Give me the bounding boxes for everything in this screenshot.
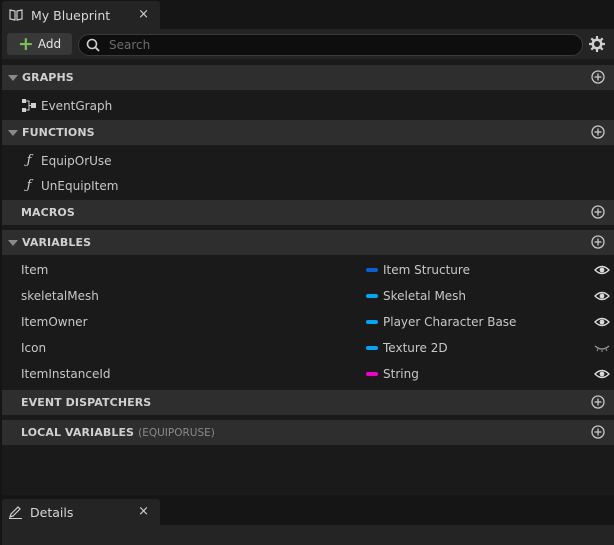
section-title: GRAPHS (22, 71, 74, 84)
variable-type[interactable]: Texture 2D (383, 341, 448, 355)
chevron-down-icon[interactable] (8, 239, 18, 246)
eye-open-icon[interactable] (594, 264, 610, 276)
type-color-pill[interactable] (366, 320, 378, 324)
add-button[interactable]: + Add (7, 33, 72, 55)
add-circle-icon[interactable] (591, 395, 605, 409)
function-label: UnEquipItem (41, 178, 119, 193)
variable-row[interactable]: ItemInstanceId String (2, 361, 614, 387)
section-title: VARIABLES (22, 236, 92, 249)
book-icon (9, 8, 23, 22)
add-circle-icon[interactable] (591, 70, 605, 84)
section-local-variables[interactable]: LOCAL VARIABLES (EQUIPORUSE) (2, 420, 614, 445)
tab-details[interactable]: Details × (2, 499, 160, 525)
variable-row[interactable]: ItemOwner Player Character Base (2, 309, 614, 335)
add-circle-icon[interactable] (591, 425, 605, 439)
variable-type[interactable]: Player Character Base (383, 315, 516, 329)
search-icon (86, 38, 100, 52)
variable-name: skeletalMesh (21, 289, 99, 303)
chevron-down-icon[interactable] (8, 74, 18, 81)
graph-label: EventGraph (41, 98, 113, 113)
section-subtitle: (EQUIPORUSE) (138, 426, 215, 439)
list-item[interactable]: EventGraph (2, 93, 614, 118)
variable-name: Icon (21, 341, 47, 355)
list-item[interactable]: ƒ UnEquipItem (2, 173, 614, 198)
toolbar: + Add (2, 29, 614, 59)
variable-type[interactable]: Skeletal Mesh (383, 289, 466, 303)
eye-open-icon[interactable] (594, 368, 610, 380)
variable-row[interactable]: Icon Texture 2D (2, 335, 614, 361)
function-icon: ƒ (26, 178, 32, 193)
function-icon: ƒ (26, 153, 32, 168)
type-color-pill[interactable] (366, 268, 378, 272)
tab-my-blueprint[interactable]: My Blueprint × (2, 1, 160, 29)
plus-icon: + (17, 33, 34, 55)
variable-row[interactable]: Item Item Structure (2, 257, 614, 283)
variable-name: Item (21, 263, 49, 277)
add-button-label: Add (37, 37, 62, 51)
add-circle-icon[interactable] (591, 205, 605, 219)
section-title: MACROS (21, 206, 75, 219)
section-functions[interactable]: FUNCTIONS (2, 120, 614, 145)
details-area: Details × (0, 495, 614, 545)
variable-name: ItemOwner (21, 315, 88, 329)
close-icon[interactable]: × (138, 7, 149, 22)
eye-open-icon[interactable] (594, 316, 610, 328)
eye-open-icon[interactable] (594, 290, 610, 302)
graph-icon (22, 99, 36, 113)
add-circle-icon[interactable] (591, 125, 605, 139)
section-variables[interactable]: VARIABLES (2, 230, 614, 255)
tab-title: My Blueprint (31, 7, 111, 23)
pencil-icon (8, 505, 23, 519)
my-blueprint-panel: + Add Search GRAPHS EventGraph FUNCTIONS… (2, 29, 614, 495)
type-color-pill[interactable] (366, 294, 378, 298)
variable-name: ItemInstanceId (21, 367, 111, 381)
tab-bar: My Blueprint × (0, 0, 614, 29)
type-color-pill[interactable] (366, 346, 378, 350)
eye-closed-icon[interactable] (594, 342, 610, 354)
gear-icon[interactable] (588, 35, 606, 53)
details-body (2, 525, 614, 545)
section-macros[interactable]: MACROS (2, 200, 614, 225)
function-label: EquipOrUse (41, 153, 112, 168)
add-circle-icon[interactable] (591, 235, 605, 249)
section-graphs[interactable]: GRAPHS (2, 65, 614, 90)
search-box[interactable] (78, 34, 583, 56)
variable-type[interactable]: String (383, 367, 419, 381)
list-item[interactable]: ƒ EquipOrUse (2, 148, 614, 173)
section-title: FUNCTIONS (22, 126, 95, 139)
search-input[interactable] (107, 37, 551, 53)
section-title: EVENT DISPATCHERS (21, 396, 152, 409)
variable-type[interactable]: Item Structure (383, 263, 470, 277)
variable-row[interactable]: skeletalMesh Skeletal Mesh (2, 283, 614, 309)
section-event-dispatchers[interactable]: EVENT DISPATCHERS (2, 390, 614, 415)
close-icon[interactable]: × (138, 504, 149, 519)
section-title: LOCAL VARIABLES (21, 426, 135, 439)
chevron-down-icon[interactable] (8, 129, 18, 136)
tab-title: Details (30, 504, 74, 520)
type-color-pill[interactable] (366, 372, 378, 376)
